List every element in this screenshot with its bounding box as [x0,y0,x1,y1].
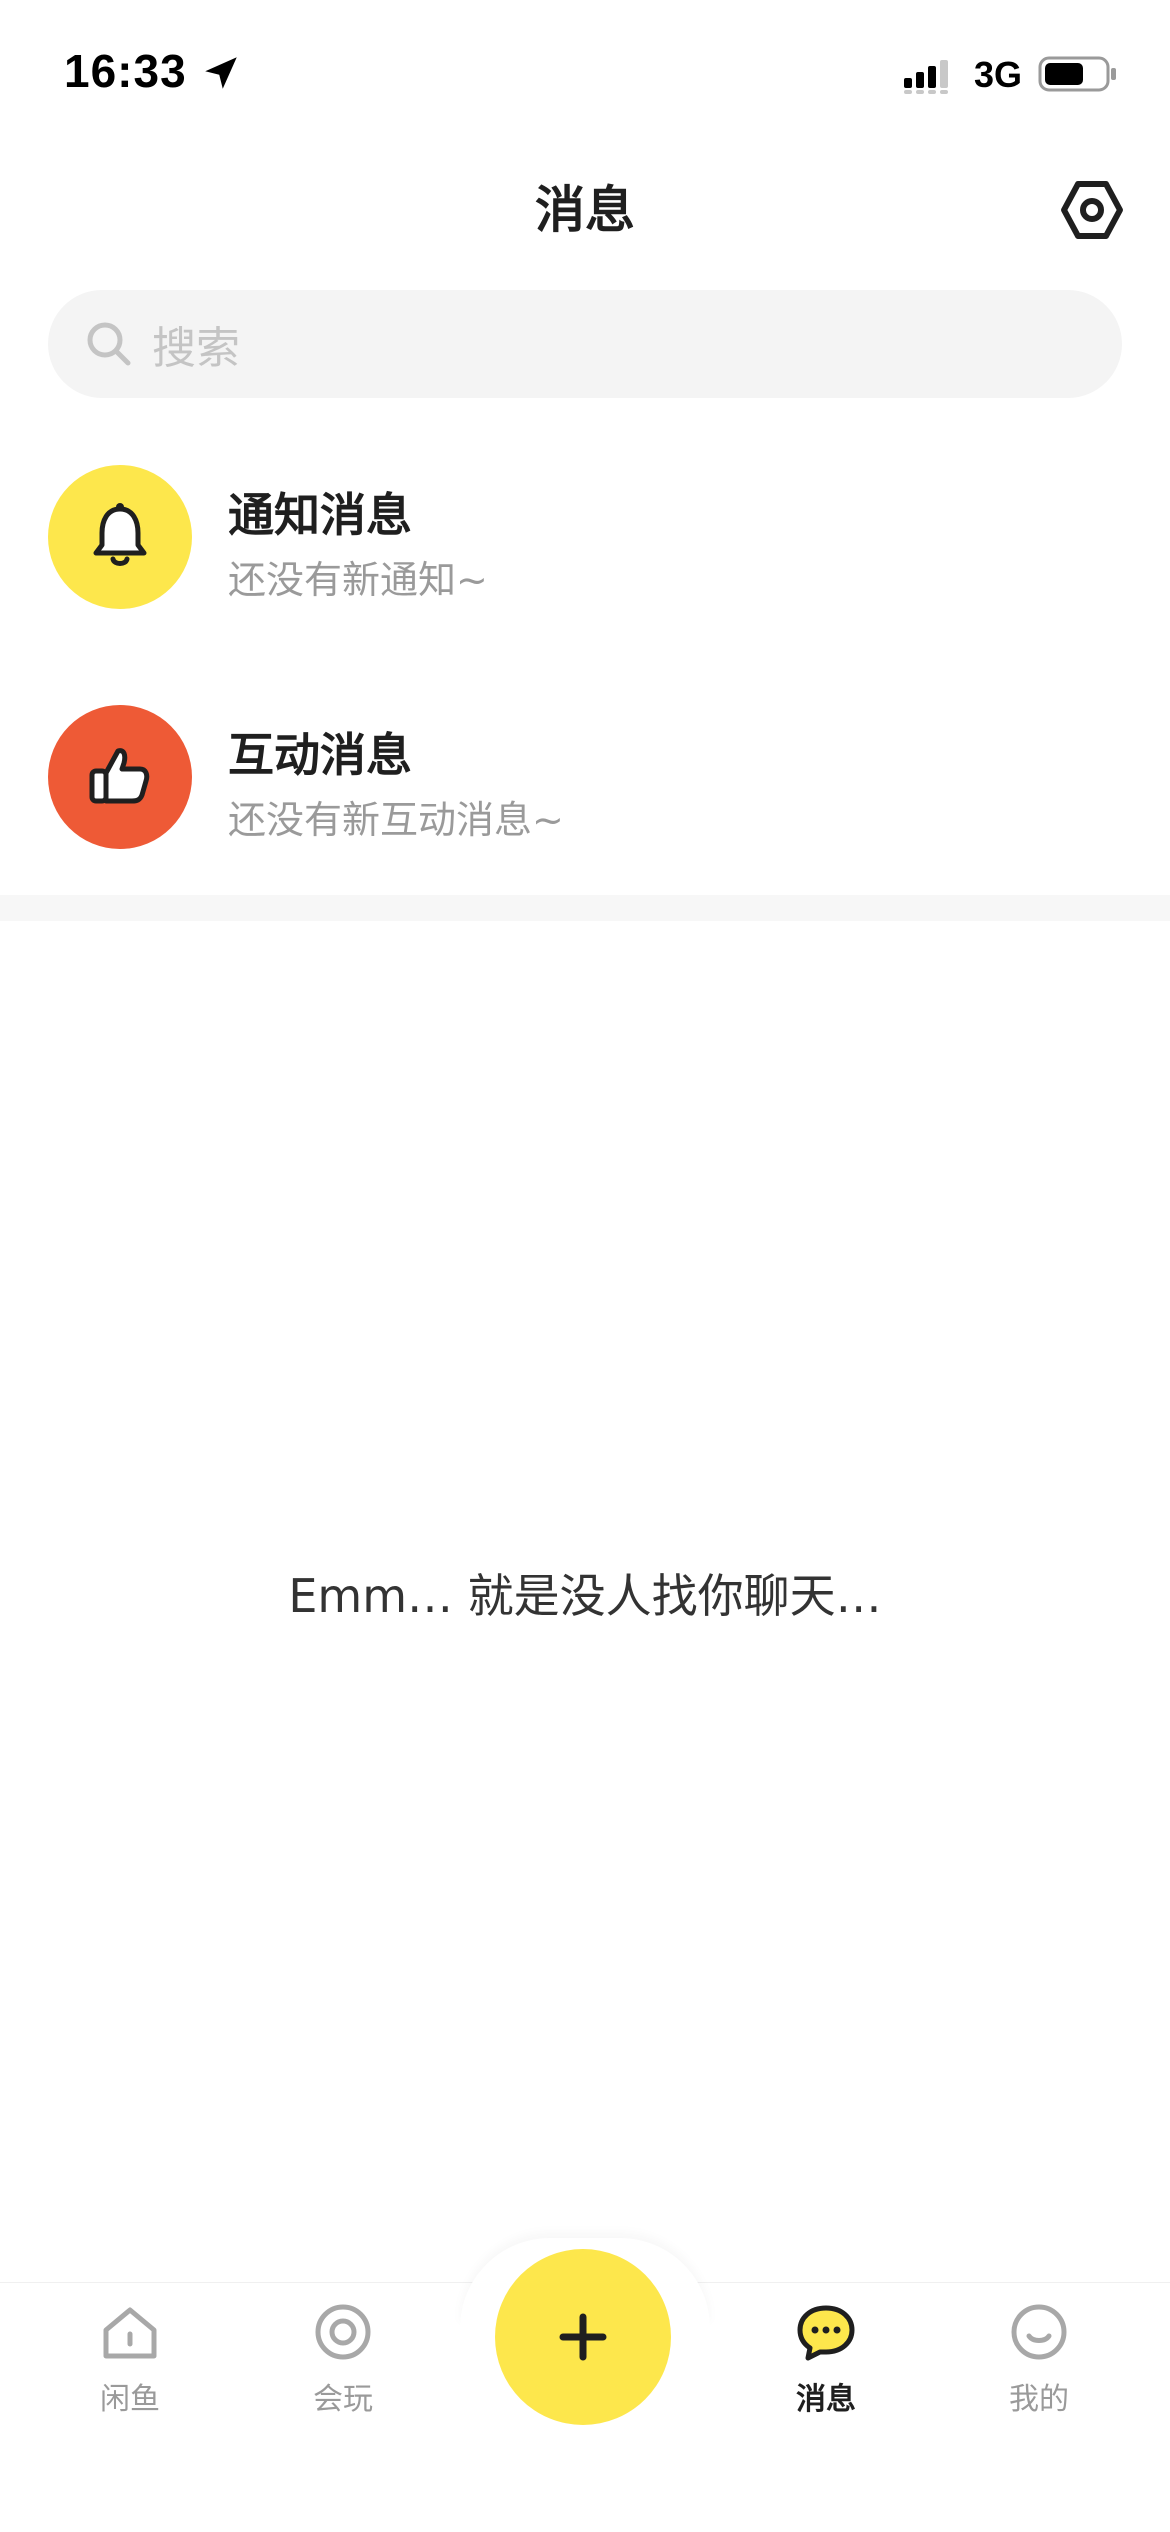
bell-icon [93,503,147,566]
message-title: 互动消息 [228,728,412,782]
search-placeholder: 搜索 [152,323,240,374]
tab-home[interactable]: 闲鱼 [50,2300,210,2430]
section-divider [0,895,1170,921]
message-subtitle: 还没有新互动消息~ [228,798,564,842]
smiley-icon [1011,2304,1067,2360]
message-title: 通知消息 [228,488,412,542]
status-bar: 16:33 3G [0,0,1170,140]
message-subtitle: 还没有新通知~ [228,558,488,602]
page-title: 消息 [535,181,635,239]
empty-state-text: Emm… 就是没人找你聊天… [288,1569,882,1623]
tab-label: 我的 [1009,2382,1069,2417]
plus-icon [559,2313,607,2361]
tab-play[interactable]: 会玩 [263,2300,423,2430]
interaction-avatar [48,705,192,849]
messages-screen: 16:33 3G 消息 搜索 通知消息 还没有新通知~ 互动消息 还没有新互动消… [0,0,1170,2532]
list-item-interactions[interactable]: 互动消息 还没有新互动消息~ [0,665,1170,865]
search-icon [87,322,131,366]
home-icon [103,2307,157,2359]
signal-strength-icon [904,60,948,94]
publish-button[interactable] [495,2249,671,2425]
settings-button[interactable] [1052,170,1132,250]
status-time: 16:33 [64,45,187,97]
search-input[interactable]: 搜索 [48,290,1122,398]
tab-label: 消息 [796,2382,856,2417]
chat-bubble-icon [797,2305,855,2361]
list-item-notifications[interactable]: 通知消息 还没有新通知~ [0,425,1170,625]
tab-label: 闲鱼 [100,2382,160,2417]
settings-hex-icon [1061,181,1123,239]
location-arrow-icon [205,57,237,89]
circle-icon [315,2304,371,2360]
tab-messages[interactable]: 消息 [746,2300,906,2430]
network-type-label: 3G [974,54,1023,95]
battery-icon [1038,56,1116,92]
tab-label: 会玩 [313,2382,373,2417]
thumbs-up-icon [89,748,150,804]
tab-profile[interactable]: 我的 [959,2300,1119,2430]
notification-avatar [48,465,192,609]
